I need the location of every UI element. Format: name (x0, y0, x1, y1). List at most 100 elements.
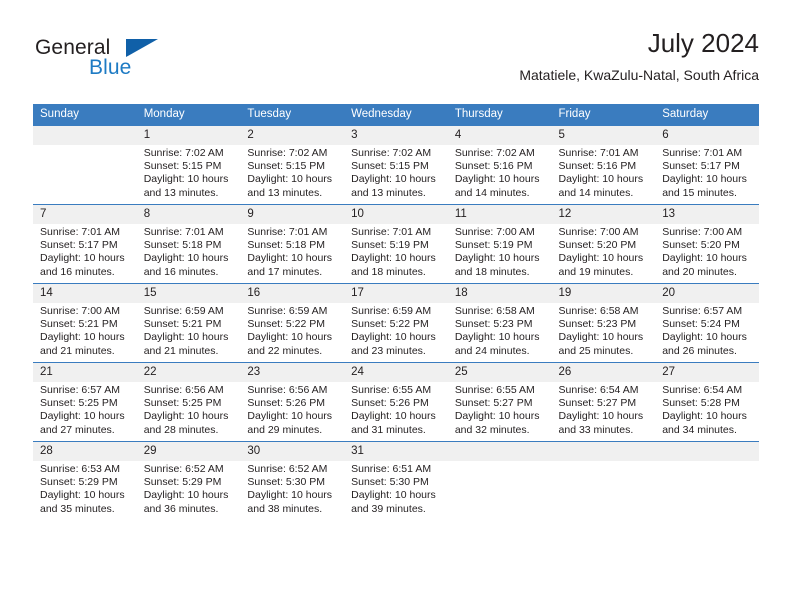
page-header: General Blue July 2024 Matatiele, KwaZul… (33, 28, 759, 90)
calendar-day-cell[interactable]: 31 Sunrise: 6:51 AM Sunset: 5:30 PM Dayligh… (344, 441, 448, 520)
calendar-day-cell[interactable]: 14 Sunrise: 7:00 AM Sunset: 5:21 PM Dayligh… (33, 283, 137, 363)
weekday-header-wednesday: Wednesday (344, 104, 448, 126)
day-sun-info: Sunrise: 6:56 AM Sunset: 5:25 PM Daylight:… (137, 382, 241, 437)
sunset-text: Sunset: 5:19 PM (454, 239, 533, 252)
calendar-day-cell[interactable]: 17 Sunrise: 6:59 AM Sunset: 5:22 PM Dayligh… (344, 283, 448, 363)
day-number (655, 442, 759, 461)
sunset-text: Sunset: 5:20 PM (662, 239, 740, 252)
calendar-day-cell[interactable]: 8 Sunrise: 7:01 AM Sunset: 5:18 PM Daylight… (136, 204, 241, 284)
sunset-text: Sunset: 5:29 PM (143, 476, 222, 489)
sunset-text: Sunset: 5:25 PM (143, 397, 222, 410)
calendar-day-cell[interactable]: 3 Sunrise: 7:02 AM Sunset: 5:15 PM Daylight… (344, 125, 448, 205)
sunset-text: Sunset: 5:17 PM (40, 239, 118, 252)
day-sun-info: Sunrise: 6:58 AM Sunset: 5:23 PM Daylight:… (448, 303, 552, 358)
calendar-day-cell[interactable]: 11 Sunrise: 7:00 AM Sunset: 5:19 PM Dayligh… (447, 204, 552, 284)
day-number: 24 (344, 363, 448, 382)
day-number: 1 (136, 126, 241, 145)
calendar-day-cell[interactable]: 27 Sunrise: 6:54 AM Sunset: 5:28 PM Dayligh… (655, 362, 759, 442)
calendar-day-cell[interactable]: 22 Sunrise: 6:56 AM Sunset: 5:25 PM Dayligh… (136, 362, 241, 442)
day-number: 22 (136, 363, 241, 382)
sunset-text: Sunset: 5:15 PM (351, 160, 429, 173)
day-number: 23 (240, 363, 345, 382)
sunrise-text: Sunrise: 7:00 AM (40, 305, 120, 317)
sunrise-text: Sunrise: 6:57 AM (40, 384, 120, 396)
weekday-header-tuesday: Tuesday (240, 104, 345, 126)
day-number: 20 (655, 284, 759, 303)
day-sun-info: Sunrise: 6:56 AM Sunset: 5:26 PM Daylight:… (240, 382, 344, 437)
daylight-text: Daylight: 10 hours and 17 minutes. (247, 252, 333, 278)
day-number (551, 442, 656, 461)
calendar-day-cell[interactable]: 15 Sunrise: 6:59 AM Sunset: 5:21 PM Dayligh… (136, 283, 241, 363)
calendar-day-cell[interactable]: 26 Sunrise: 6:54 AM Sunset: 5:27 PM Dayligh… (551, 362, 656, 442)
calendar-day-cell[interactable]: 1 Sunrise: 7:02 AM Sunset: 5:15 PM Daylight… (136, 125, 241, 205)
calendar-day-cell[interactable]: 7 Sunrise: 7:01 AM Sunset: 5:17 PM Daylight… (33, 204, 137, 284)
day-sun-info: Sunrise: 6:59 AM Sunset: 5:22 PM Daylight:… (240, 303, 344, 358)
sunrise-text: Sunrise: 6:54 AM (662, 384, 743, 396)
daylight-text: Daylight: 10 hours and 33 minutes. (558, 410, 644, 436)
calendar-day-cell[interactable]: 9 Sunrise: 7:01 AM Sunset: 5:18 PM Daylight… (240, 204, 345, 284)
day-number: 21 (33, 363, 137, 382)
day-number: 14 (33, 284, 137, 303)
calendar-day-cell[interactable]: 6 Sunrise: 7:01 AM Sunset: 5:17 PM Daylight… (655, 125, 759, 205)
calendar-day-cell[interactable]: 28 Sunrise: 6:53 AM Sunset: 5:29 PM Dayligh… (33, 441, 137, 520)
day-sun-info: Sunrise: 7:00 AM Sunset: 5:19 PM Daylight:… (448, 224, 552, 279)
sunset-text: Sunset: 5:26 PM (247, 397, 326, 410)
sunrise-text: Sunrise: 6:57 AM (662, 305, 743, 317)
sunrise-text: Sunrise: 7:01 AM (143, 226, 224, 238)
sunrise-text: Sunrise: 7:02 AM (351, 147, 432, 159)
sunrise-text: Sunrise: 6:54 AM (558, 384, 639, 396)
calendar-day-cell[interactable]: 30 Sunrise: 6:52 AM Sunset: 5:30 PM Dayligh… (240, 441, 345, 520)
sunset-text: Sunset: 5:21 PM (143, 318, 222, 331)
calendar-day-cell[interactable]: 5 Sunrise: 7:01 AM Sunset: 5:16 PM Daylight… (551, 125, 656, 205)
sunrise-text: Sunrise: 6:59 AM (143, 305, 224, 317)
calendar-day-cell[interactable]: 2 Sunrise: 7:02 AM Sunset: 5:15 PM Daylight… (240, 125, 345, 205)
calendar-day-cell[interactable]: 16 Sunrise: 6:59 AM Sunset: 5:22 PM Dayligh… (240, 283, 345, 363)
daylight-text: Daylight: 10 hours and 22 minutes. (247, 331, 333, 357)
calendar-day-cell[interactable]: 25 Sunrise: 6:55 AM Sunset: 5:27 PM Dayligh… (447, 362, 552, 442)
day-number: 8 (136, 205, 241, 224)
general-blue-logo[interactable]: General Blue (33, 36, 233, 86)
sunrise-text: Sunrise: 7:00 AM (454, 226, 535, 238)
daylight-text: Daylight: 10 hours and 14 minutes. (558, 173, 644, 199)
day-number: 18 (447, 284, 552, 303)
calendar-day-cell-empty (655, 441, 759, 520)
calendar-day-cell[interactable]: 23 Sunrise: 6:56 AM Sunset: 5:26 PM Dayligh… (240, 362, 345, 442)
day-sun-info: Sunrise: 7:00 AM Sunset: 5:21 PM Daylight:… (33, 303, 137, 358)
day-number: 6 (655, 126, 759, 145)
daylight-text: Daylight: 10 hours and 25 minutes. (558, 331, 644, 357)
calendar-day-cell[interactable]: 21 Sunrise: 6:57 AM Sunset: 5:25 PM Dayligh… (33, 362, 137, 442)
sunset-text: Sunset: 5:26 PM (351, 397, 429, 410)
daylight-text: Daylight: 10 hours and 13 minutes. (143, 173, 229, 199)
calendar-day-cell[interactable]: 29 Sunrise: 6:52 AM Sunset: 5:29 PM Dayligh… (136, 441, 241, 520)
day-sun-info: Sunrise: 6:59 AM Sunset: 5:21 PM Daylight:… (137, 303, 241, 358)
calendar-day-cell[interactable]: 24 Sunrise: 6:55 AM Sunset: 5:26 PM Dayligh… (344, 362, 448, 442)
sunrise-text: Sunrise: 6:59 AM (351, 305, 432, 317)
calendar-day-cell[interactable]: 10 Sunrise: 7:01 AM Sunset: 5:19 PM Dayligh… (344, 204, 448, 284)
calendar-day-cell[interactable]: 20 Sunrise: 6:57 AM Sunset: 5:24 PM Dayligh… (655, 283, 759, 363)
calendar-day-cell[interactable]: 19 Sunrise: 6:58 AM Sunset: 5:23 PM Dayligh… (551, 283, 656, 363)
calendar-day-cell[interactable]: 4 Sunrise: 7:02 AM Sunset: 5:16 PM Daylight… (447, 125, 552, 205)
calendar-day-cell[interactable]: 18 Sunrise: 6:58 AM Sunset: 5:23 PM Dayligh… (447, 283, 552, 363)
sunset-text: Sunset: 5:15 PM (143, 160, 222, 173)
calendar-day-cell[interactable]: 13 Sunrise: 7:00 AM Sunset: 5:20 PM Dayligh… (655, 204, 759, 284)
sunrise-text: Sunrise: 7:02 AM (454, 147, 535, 159)
weekday-header-monday: Monday (136, 104, 241, 126)
sunrise-text: Sunrise: 6:53 AM (40, 463, 120, 475)
sunrise-text: Sunrise: 7:01 AM (662, 147, 743, 159)
day-sun-info: Sunrise: 6:53 AM Sunset: 5:29 PM Daylight:… (33, 461, 137, 516)
daylight-text: Daylight: 10 hours and 20 minutes. (662, 252, 747, 278)
daylight-text: Daylight: 10 hours and 14 minutes. (454, 173, 540, 199)
daylight-text: Daylight: 10 hours and 13 minutes. (247, 173, 333, 199)
day-sun-info: Sunrise: 6:58 AM Sunset: 5:23 PM Daylight:… (552, 303, 656, 358)
day-number: 26 (551, 363, 656, 382)
daylight-text: Daylight: 10 hours and 38 minutes. (247, 489, 333, 515)
calendar-day-cell[interactable]: 12 Sunrise: 7:00 AM Sunset: 5:20 PM Dayligh… (551, 204, 656, 284)
day-sun-info: Sunrise: 7:02 AM Sunset: 5:16 PM Daylight:… (448, 145, 552, 200)
day-sun-info: Sunrise: 7:01 AM Sunset: 5:16 PM Daylight:… (552, 145, 656, 200)
day-sun-info: Sunrise: 7:01 AM Sunset: 5:17 PM Daylight:… (655, 145, 759, 200)
daylight-text: Daylight: 10 hours and 35 minutes. (40, 489, 125, 515)
day-number: 28 (33, 442, 137, 461)
sunset-text: Sunset: 5:27 PM (454, 397, 533, 410)
calendar-week-row: 7 Sunrise: 7:01 AM Sunset: 5:17 PM Daylight… (33, 204, 759, 284)
title-block: July 2024 Matatiele, KwaZulu-Natal, Sout… (519, 28, 759, 83)
